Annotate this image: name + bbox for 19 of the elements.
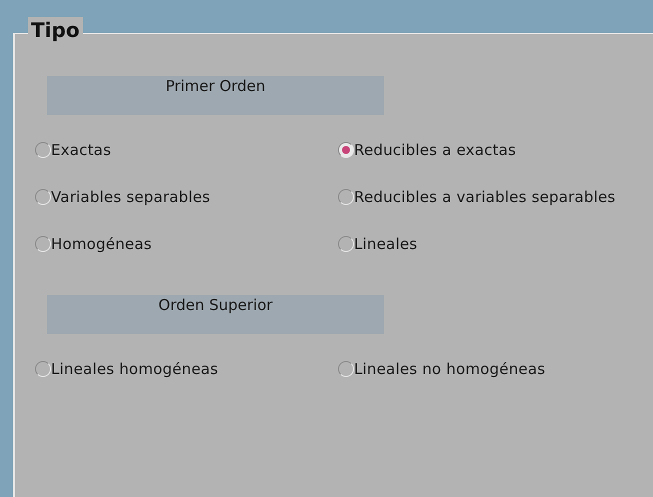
radio-button[interactable] [35, 361, 51, 377]
section-header: Primer Orden [47, 76, 384, 115]
radio-label[interactable]: Reducibles a variables separables [354, 188, 616, 206]
group-legend: Tipo [28, 17, 83, 43]
radio-label[interactable]: Lineales no homogéneas [354, 360, 546, 378]
radio-label[interactable]: Variables separables [51, 188, 210, 206]
radio-button[interactable] [35, 189, 51, 205]
radio-button[interactable] [35, 142, 51, 158]
radio-label[interactable]: Homogéneas [51, 235, 152, 253]
radio-label[interactable]: Reducibles a exactas [354, 141, 516, 159]
radio-button[interactable] [338, 142, 354, 158]
radio-label[interactable]: Lineales homogéneas [51, 360, 218, 378]
radio-button[interactable] [338, 361, 354, 377]
radio-label[interactable]: Exactas [51, 141, 112, 159]
radio-button[interactable] [35, 236, 51, 252]
radio-button[interactable] [338, 236, 354, 252]
radio-label[interactable]: Lineales [354, 235, 418, 253]
radio-button[interactable] [338, 189, 354, 205]
section-header: Orden Superior [47, 295, 384, 334]
